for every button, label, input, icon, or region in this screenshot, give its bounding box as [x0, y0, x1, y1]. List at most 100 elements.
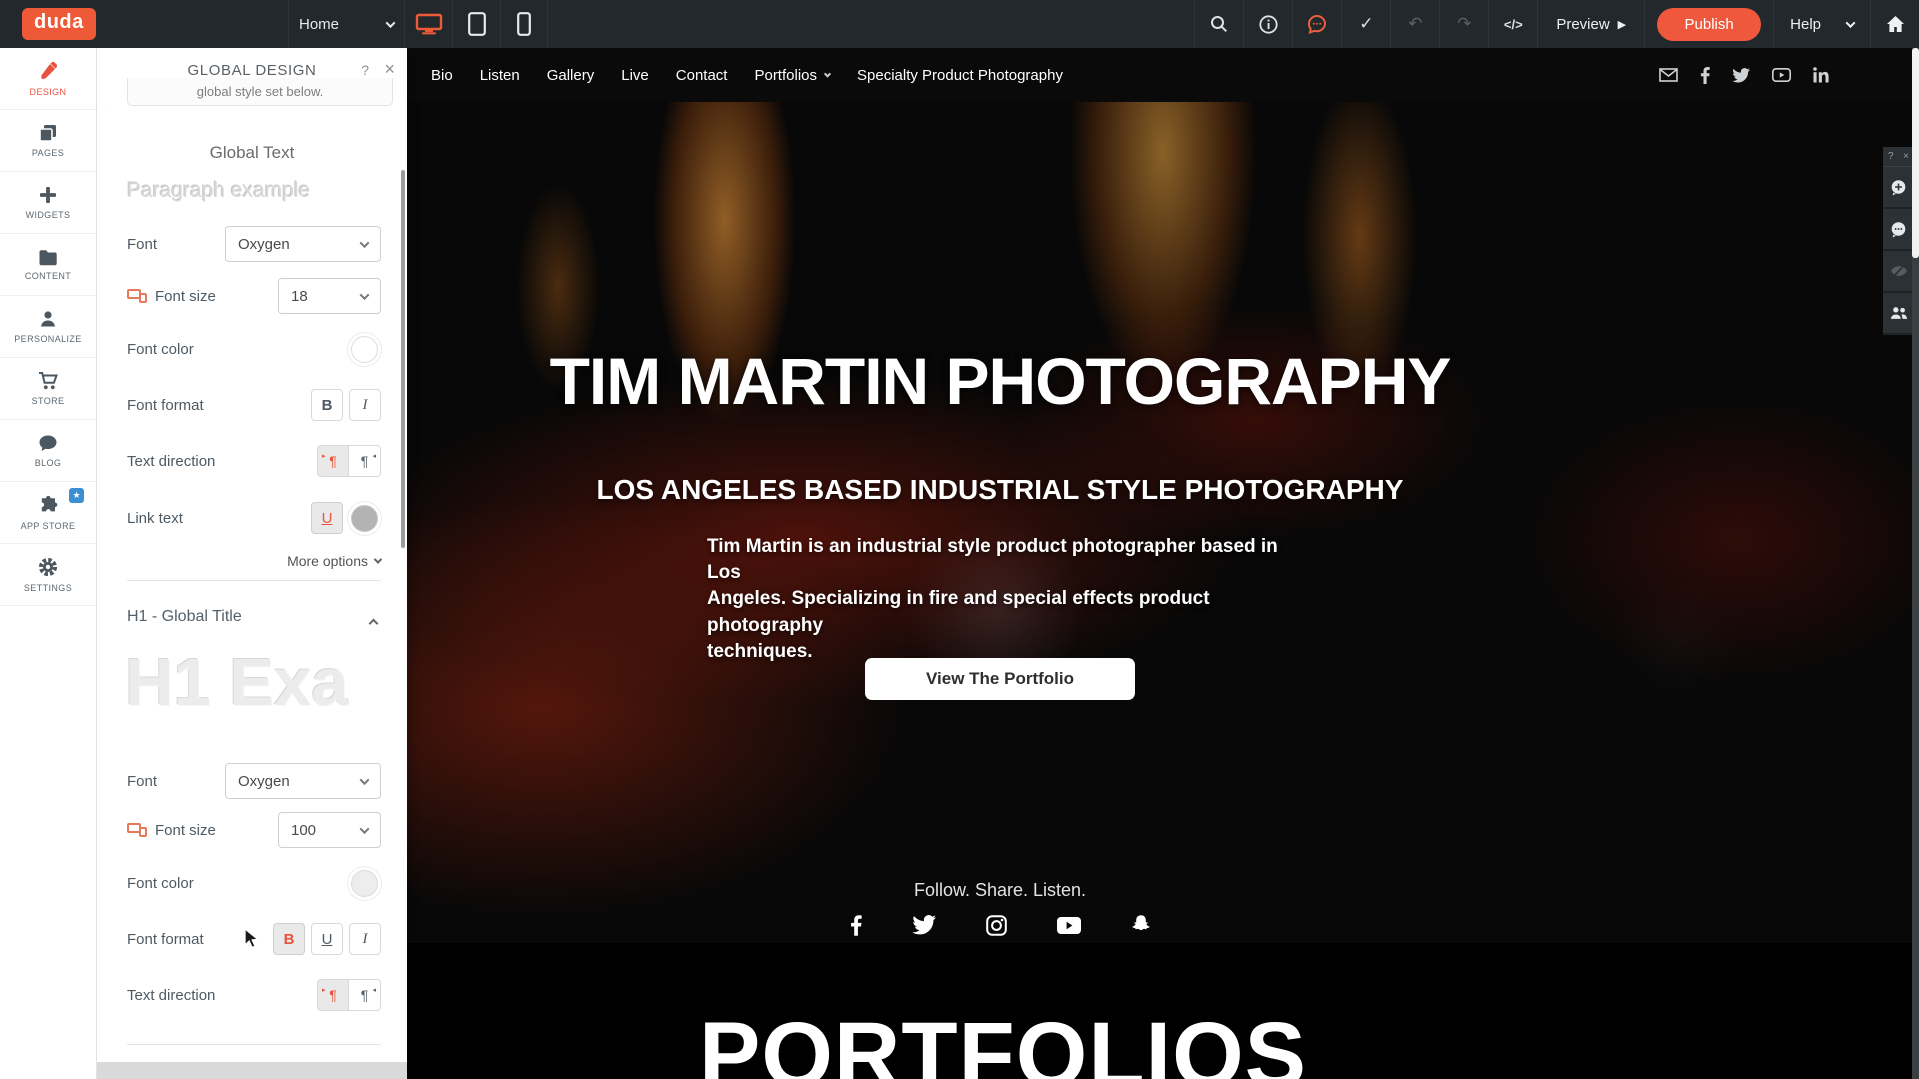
editor-sidebar: DESIGN PAGES WIDGETS CONTENT: [0, 48, 97, 1079]
h1-italic-button[interactable]: I: [349, 923, 381, 955]
page-selector-label: Home: [299, 16, 339, 33]
font-format-row: Font format B I: [127, 387, 381, 423]
sidebar-item-settings[interactable]: SETTINGS: [0, 544, 96, 606]
h1-text-direction-label: Text direction: [127, 987, 215, 1004]
more-options-link[interactable]: More options: [287, 553, 381, 569]
hero-description[interactable]: Tim Martin is an industrial style produc…: [707, 534, 1297, 665]
h1-font-select[interactable]: Oxygen: [225, 763, 381, 799]
h1-font-color-swatch[interactable]: [351, 870, 378, 897]
hide-comments-button[interactable]: [1883, 251, 1914, 293]
font-row: Font Oxygen: [127, 226, 381, 262]
nav-link-bio[interactable]: Bio: [431, 67, 453, 84]
youtube-icon[interactable]: [1057, 917, 1081, 934]
nav-link-live[interactable]: Live: [621, 67, 649, 84]
sidebar-item-blog[interactable]: BLOG: [0, 420, 96, 482]
panel-help-icon[interactable]: ?: [361, 62, 369, 78]
nav-link-gallery[interactable]: Gallery: [547, 67, 595, 84]
view-portfolio-button[interactable]: View The Portfolio: [865, 658, 1135, 700]
panel-note-text: global style set below.: [128, 84, 392, 99]
email-icon[interactable]: [1659, 68, 1678, 82]
link-underline-button[interactable]: U: [311, 502, 343, 534]
help-label: Help: [1790, 16, 1821, 33]
ltr-arrow: ▸: [322, 986, 326, 994]
comments-button[interactable]: [1883, 209, 1914, 251]
sidebar-item-store[interactable]: STORE: [0, 358, 96, 420]
nav-link-specialty[interactable]: Specialty Product Photography: [857, 67, 1063, 84]
nav-link-portfolios[interactable]: Portfolios: [754, 67, 830, 84]
site-preview-canvas: Bio Listen Gallery Live Contact Portfoli…: [407, 48, 1919, 1079]
toolbar-help-icon[interactable]: ?: [1888, 151, 1894, 162]
snapchat-icon[interactable]: [1131, 914, 1151, 936]
chevron-down-icon: [824, 70, 831, 77]
dashboard-home-button[interactable]: [1870, 0, 1919, 48]
collapse-section-button[interactable]: [370, 614, 377, 632]
blog-bubble-icon: [38, 434, 58, 453]
panel-bottom-gutter: [97, 1062, 407, 1079]
hero-subtitle[interactable]: LOS ANGELES BASED INDUSTRIAL STYLE PHOTO…: [520, 474, 1480, 506]
page-scrollbar-thumb[interactable]: [1912, 48, 1919, 258]
pages-icon: [38, 123, 58, 143]
add-comment-button[interactable]: [1883, 167, 1914, 209]
collaborators-button[interactable]: [1883, 293, 1914, 335]
youtube-icon[interactable]: [1772, 68, 1791, 82]
sidebar-item-pages[interactable]: PAGES: [0, 110, 96, 172]
info-button[interactable]: [1243, 0, 1292, 48]
rtl-direction-button[interactable]: ¶ ◂: [349, 445, 381, 477]
h1-rtl-direction-button[interactable]: ¶ ◂: [349, 979, 381, 1011]
nav-link-contact[interactable]: Contact: [676, 67, 728, 84]
font-label: Font: [127, 773, 157, 790]
dev-mode-button[interactable]: </>: [1488, 0, 1537, 48]
hero-title[interactable]: TIM MARTIN PHOTOGRAPHY: [520, 343, 1480, 419]
h1-bold-button[interactable]: B: [273, 923, 305, 955]
chevron-down-icon: [360, 290, 370, 300]
font-size-select[interactable]: 18: [278, 278, 381, 314]
nav-link-listen[interactable]: Listen: [480, 67, 520, 84]
h1-font-color-label: Font color: [127, 875, 194, 892]
panel-scrollbar[interactable]: [401, 170, 405, 548]
mobile-view-button[interactable]: [500, 0, 548, 48]
portfolios-heading[interactable]: PORTFOLIOS: [407, 1003, 1759, 1079]
toolbar-close-icon[interactable]: ×: [1903, 151, 1909, 162]
undo-button[interactable]: ↶: [1390, 0, 1439, 48]
help-dropdown[interactable]: Help: [1773, 0, 1870, 48]
bold-button[interactable]: B: [311, 389, 343, 421]
sidebar-item-personalize[interactable]: PERSONALIZE: [0, 296, 96, 358]
redo-button[interactable]: ↷: [1439, 0, 1488, 48]
page-scrollbar[interactable]: [1912, 48, 1919, 1079]
desktop-icon: [415, 13, 443, 35]
h1-font-size-select[interactable]: 100: [278, 812, 381, 848]
font-select[interactable]: Oxygen: [225, 226, 381, 262]
feedback-button[interactable]: [1292, 0, 1341, 48]
font-color-swatch[interactable]: [351, 336, 378, 363]
font-format-label: Font format: [127, 397, 204, 414]
sidebar-item-content[interactable]: CONTENT: [0, 234, 96, 296]
twitter-icon[interactable]: [912, 915, 936, 935]
section-divider: [127, 580, 381, 581]
site-check-button[interactable]: ✓: [1341, 0, 1390, 48]
panel-close-icon[interactable]: ×: [384, 59, 395, 80]
gear-icon: [37, 556, 59, 578]
facebook-icon[interactable]: [850, 915, 862, 936]
sidebar-item-widgets[interactable]: WIDGETS: [0, 172, 96, 234]
h1-underline-button[interactable]: U: [311, 923, 343, 955]
page-selector-dropdown[interactable]: Home: [288, 0, 404, 48]
home-icon: [1886, 15, 1905, 33]
twitter-icon[interactable]: [1732, 68, 1750, 83]
linkedin-icon[interactable]: [1813, 67, 1829, 83]
italic-button[interactable]: I: [349, 389, 381, 421]
preview-button[interactable]: Preview ▶: [1537, 0, 1644, 48]
desktop-view-button[interactable]: [404, 0, 452, 48]
tablet-view-button[interactable]: [452, 0, 500, 48]
chevron-down-icon: [360, 775, 370, 785]
chevron-down-icon: [386, 18, 396, 28]
search-button[interactable]: [1194, 0, 1243, 48]
instagram-icon[interactable]: [986, 915, 1007, 936]
ltr-direction-button[interactable]: ▸ ¶: [317, 445, 349, 477]
publish-button[interactable]: Publish: [1657, 8, 1761, 41]
link-color-swatch[interactable]: [351, 505, 378, 532]
h1-ltr-direction-button[interactable]: ▸ ¶: [317, 979, 349, 1011]
duda-logo[interactable]: duda: [22, 8, 96, 40]
sidebar-item-app-store[interactable]: ★ APP STORE: [0, 482, 96, 544]
sidebar-item-design[interactable]: DESIGN: [0, 48, 96, 110]
facebook-icon[interactable]: [1700, 67, 1710, 84]
